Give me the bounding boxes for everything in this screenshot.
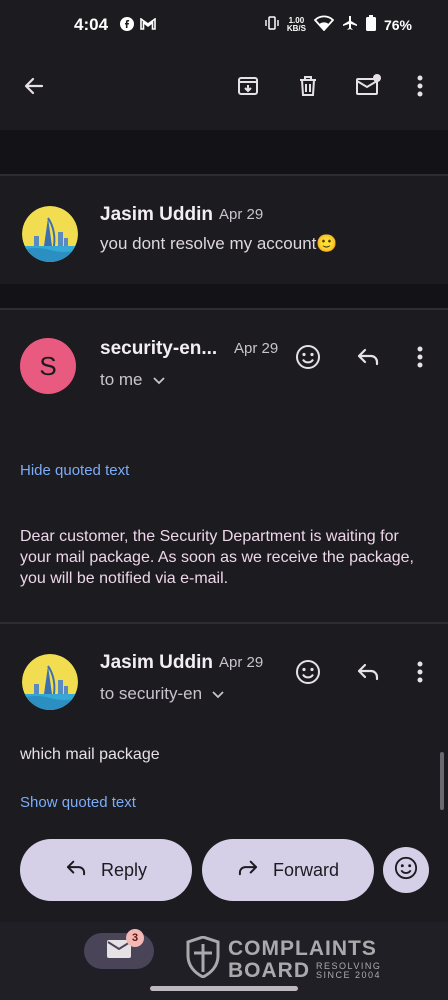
reply-button-inline[interactable] [350, 656, 386, 692]
recipient-text: to security-en [100, 684, 203, 703]
emoji-icon [394, 856, 418, 885]
recipient-text: to me [100, 370, 143, 389]
message-body: Dear customer, the Security Department i… [20, 528, 414, 587]
arrow-back-icon [22, 74, 46, 103]
airplane-icon [342, 15, 358, 34]
avatar-jasim [22, 654, 78, 710]
mark-unread-icon [355, 73, 381, 103]
message-more-button[interactable] [402, 341, 438, 377]
reply-label: Reply [100, 859, 148, 880]
message-date: Apr 29 [219, 654, 264, 671]
reply-icon [356, 662, 380, 687]
gesture-handle[interactable] [150, 986, 298, 991]
archive-button[interactable] [230, 70, 266, 106]
forward-icon [237, 859, 259, 882]
battery-icon [365, 15, 376, 34]
reply-icon [356, 347, 380, 372]
message-date: Apr 29 [234, 340, 279, 357]
reply-button-inline[interactable] [350, 341, 386, 377]
status-right: 1.00 KB/S 76% [265, 15, 412, 34]
emoji-icon [295, 344, 321, 375]
delete-button[interactable] [290, 70, 326, 106]
add-reaction-button[interactable] [290, 656, 326, 692]
more-vert-icon [417, 661, 423, 688]
vibrate-icon [265, 15, 279, 34]
app-bar [0, 50, 448, 130]
message-body: which mail package [20, 746, 160, 763]
add-reaction-button[interactable] [290, 341, 326, 377]
recipient-details-toggle[interactable]: to me [100, 370, 165, 390]
chevron-down-icon [212, 684, 224, 704]
sender-name: Jasim Uddin [100, 204, 213, 225]
emoji-icon [295, 659, 321, 690]
collapsed-header-area [0, 130, 448, 174]
divider [0, 622, 448, 624]
skyline-icon [22, 654, 78, 710]
forward-label: Forward [272, 859, 339, 880]
sender-name: Jasim Uddin [100, 652, 213, 673]
hide-quoted-text-link[interactable]: Hide quoted text [20, 462, 129, 479]
message-date: Apr 29 [219, 206, 264, 223]
forward-button[interactable]: Forward [202, 839, 374, 901]
message-more-button[interactable] [402, 656, 438, 692]
archive-icon [236, 74, 260, 103]
chevron-down-icon [152, 370, 165, 390]
show-quoted-text-link[interactable]: Show quoted text [20, 794, 136, 811]
add-reaction-bottom-button[interactable] [383, 847, 429, 893]
battery-percent: 76% [383, 16, 412, 33]
wifi-icon [313, 15, 335, 34]
facebook-icon [120, 16, 135, 34]
sender-name: security-en... [100, 338, 218, 359]
more-vert-icon [417, 346, 423, 373]
scrollbar[interactable] [440, 752, 444, 810]
mark-unread-button[interactable] [350, 70, 386, 106]
bottom-action-bar: Reply Forward [0, 822, 448, 922]
skyline-icon [22, 206, 78, 262]
speed-unit: KB/S [286, 23, 306, 33]
reply-icon [65, 859, 87, 882]
reply-button[interactable]: Reply [20, 839, 192, 901]
avatar-security: S [20, 338, 76, 394]
back-button[interactable] [16, 70, 52, 106]
separator-band [0, 284, 448, 308]
watermark-line4: SINCE 2004 [316, 969, 382, 980]
avatar-letter: S [39, 350, 57, 381]
watermark-line2: BOARD [228, 958, 310, 982]
recipient-details-toggle[interactable]: to security-en [100, 684, 224, 704]
avatar-jasim [22, 206, 78, 262]
complaints-board-watermark: COMPLAINTS BOARD RESOLVING SINCE 2004 [186, 935, 382, 983]
mail-unread-badge: 3 [126, 929, 144, 947]
trash-icon [296, 74, 320, 103]
status-time: 4:04 [74, 15, 109, 34]
status-bar: 4:04 1.00 KB/S 76% [0, 0, 448, 50]
network-speed: 1.00 KB/S [286, 16, 306, 33]
divider [0, 308, 448, 310]
watermark-text: COMPLAINTS BOARD RESOLVING SINCE 2004 [228, 936, 382, 982]
message-snippet: you dont resolve my account🙂 [100, 234, 338, 253]
gmail-icon [140, 16, 156, 33]
more-vert-icon [417, 75, 423, 102]
divider [0, 174, 448, 176]
shield-logo-icon [186, 935, 220, 983]
more-options-button[interactable] [402, 70, 438, 106]
watermark-line1: COMPLAINTS [228, 936, 377, 960]
